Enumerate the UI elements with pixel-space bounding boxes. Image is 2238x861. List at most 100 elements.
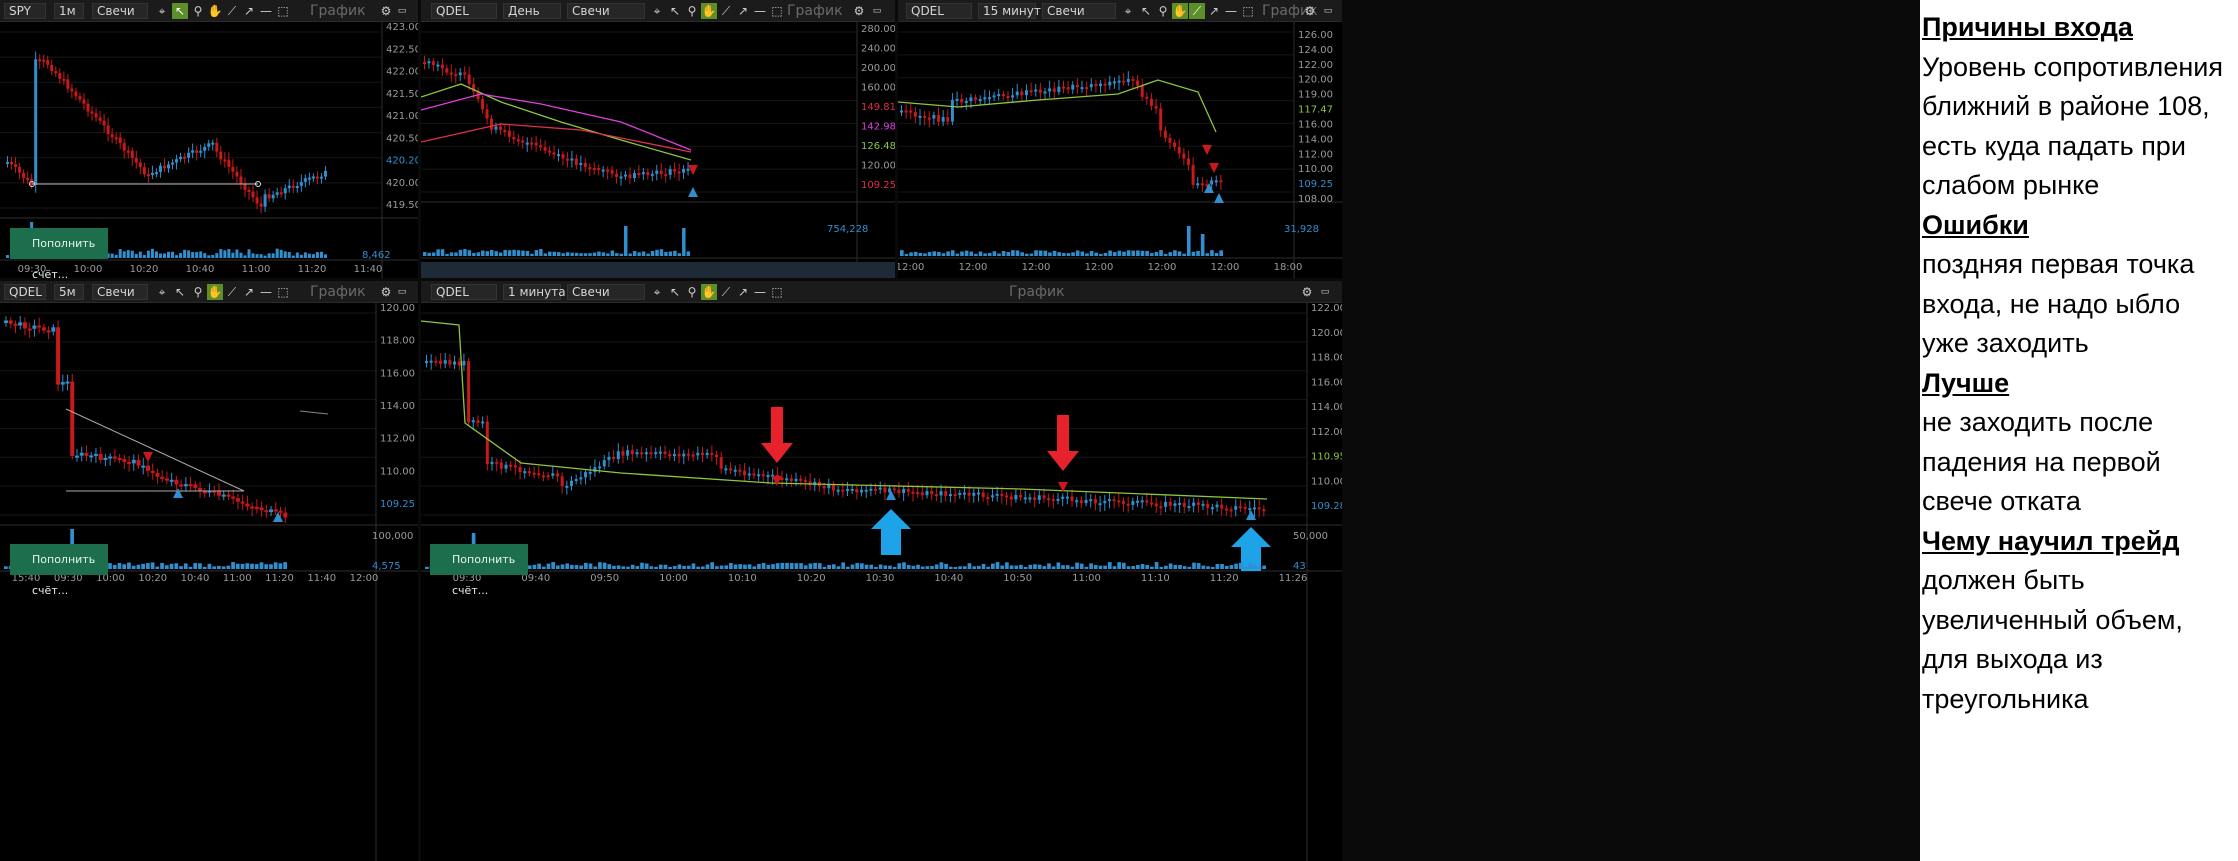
rect-icon[interactable]: ⬚: [275, 284, 291, 300]
candle: [503, 129, 507, 132]
line-icon[interactable]: ⟋: [224, 3, 240, 19]
zoom-icon[interactable]: ⚲: [684, 284, 700, 300]
volume-bar: [624, 226, 628, 256]
candle: [846, 488, 849, 491]
volume-bar: [626, 566, 630, 569]
time-label: 11:40: [307, 573, 336, 584]
charttype-select[interactable]: Свечи: [567, 3, 645, 19]
candle: [279, 192, 283, 195]
charttype-select[interactable]: Свечи: [567, 284, 645, 300]
restore-icon[interactable]: ▭: [394, 3, 410, 19]
restore-icon[interactable]: ▭: [394, 284, 410, 300]
horizontal-line-icon[interactable]: —: [752, 284, 768, 300]
restore-icon[interactable]: ▭: [1320, 3, 1336, 19]
crosshair-icon[interactable]: ⌖: [649, 284, 665, 300]
settings-icon[interactable]: ⚙: [851, 3, 867, 19]
crosshair-icon[interactable]: ⌖: [649, 3, 665, 19]
interval-select[interactable]: День: [503, 3, 561, 19]
symbol-field[interactable]: QDEL: [4, 284, 46, 300]
restore-icon[interactable]: ▭: [869, 3, 885, 19]
volume-bar: [436, 249, 440, 256]
line-icon[interactable]: ⟋: [718, 3, 734, 19]
arrow-icon[interactable]: ↗: [735, 284, 751, 300]
line-icon[interactable]: ⟋: [224, 284, 240, 300]
arrow-icon[interactable]: ↗: [241, 3, 257, 19]
rect-icon[interactable]: ⬚: [275, 3, 291, 19]
candle: [909, 110, 913, 113]
volume-bar: [126, 250, 130, 258]
rect-icon[interactable]: ⬚: [769, 284, 785, 300]
candle: [738, 469, 742, 472]
volume-bar: [195, 252, 199, 258]
charttype-select[interactable]: Свечи: [92, 3, 148, 19]
crosshair-icon[interactable]: ⌖: [154, 3, 170, 19]
chart-panel-spy[interactable]: SPY 1м Свечи ⌖ ↖ ⚲ ✋ ⟋ ↗ — ⬚ График ⚙ ▭ …: [0, 0, 418, 278]
crosshair-icon[interactable]: ⌖: [154, 284, 170, 300]
chart-canvas[interactable]: 280.00 240.00 200.00 160.00 149.81 142.98 126.…: [421, 22, 895, 278]
symbol-field[interactable]: QDEL: [906, 3, 972, 19]
zoom-icon[interactable]: ⚲: [190, 3, 206, 19]
candle: [226, 494, 231, 497]
volume-bar: [207, 255, 211, 258]
settings-icon[interactable]: ⚙: [378, 3, 394, 19]
horizontal-line-icon[interactable]: —: [752, 3, 768, 19]
arrow-icon[interactable]: ↗: [735, 3, 751, 19]
chart-panel-qdel-1m[interactable]: QDEL 1 минута Свечи ⌖ ↖ ⚲ ✋ ⟋ ↗ — ⬚ Граф…: [421, 281, 1342, 861]
charttype-select[interactable]: Свечи: [1042, 3, 1116, 19]
settings-icon[interactable]: ⚙: [378, 284, 394, 300]
rect-icon[interactable]: ⬚: [769, 3, 785, 19]
chart-panel-qdel-5m[interactable]: QDEL 5м Свечи ⌖ ↖ ⚲ ✋ ⟋ ↗ — ⬚ График ⚙ ▭…: [0, 281, 418, 861]
candle: [1107, 499, 1111, 502]
symbol-field[interactable]: QDEL: [431, 3, 497, 19]
candle: [523, 471, 527, 474]
volume-bar: [981, 563, 986, 569]
cursor-icon[interactable]: ↖: [172, 284, 188, 300]
chart-canvas[interactable]: 122.00 120.00 118.00 116.00 114.00 112.00 110.…: [421, 303, 1342, 861]
charttype-select[interactable]: Свечи: [92, 284, 148, 300]
candle: [682, 453, 686, 457]
zoom-icon[interactable]: ⚲: [190, 284, 206, 300]
volume-bar: [836, 566, 841, 569]
candle: [1140, 500, 1144, 503]
horizontal-line-icon[interactable]: —: [258, 284, 274, 300]
settings-icon[interactable]: ⚙: [1302, 3, 1318, 19]
line-icon[interactable]: ⟋: [1189, 3, 1205, 19]
deposit-button[interactable]: Пополнить счёт...: [10, 228, 108, 278]
hand-icon[interactable]: ✋: [701, 3, 717, 19]
interval-select[interactable]: 1м: [54, 3, 84, 19]
restore-icon[interactable]: ▭: [1317, 284, 1333, 300]
chart-panel-qdel-15m[interactable]: QDEL 15 минут Свечи ⌖ ↖ ⚲ ✋ ⟋ ↗ — ⬚ Граф…: [898, 0, 1342, 278]
interval-select[interactable]: 15 минут: [978, 3, 1041, 19]
volume-bar: [512, 249, 516, 256]
chart-panel-qdel-day[interactable]: QDEL День Свечи ⌖ ↖ ⚲ ✋ ⟋ ↗ — ⬚ График ⚙…: [421, 0, 895, 278]
hand-icon[interactable]: ✋: [1172, 3, 1188, 19]
hand-icon[interactable]: ✋: [701, 284, 717, 300]
symbol-field[interactable]: SPY: [4, 3, 46, 19]
rect-icon[interactable]: ⬚: [1240, 3, 1256, 19]
cursor-icon[interactable]: ↖: [667, 284, 683, 300]
interval-select[interactable]: 5м: [54, 284, 84, 300]
horizontal-line-icon[interactable]: —: [1223, 3, 1239, 19]
arrow-icon[interactable]: ↗: [1206, 3, 1222, 19]
volume-bar: [682, 228, 686, 256]
hand-icon[interactable]: ✋: [207, 284, 223, 300]
settings-icon[interactable]: ⚙: [1299, 284, 1315, 300]
symbol-field[interactable]: QDEL: [431, 284, 497, 300]
zoom-icon[interactable]: ⚲: [1155, 3, 1171, 19]
chart-canvas[interactable]: 126.00 124.00 122.00 120.00 119.00 117.47 116.…: [898, 22, 1342, 278]
cursor-icon[interactable]: ↖: [667, 3, 683, 19]
deposit-button[interactable]: Пополнить счёт...: [10, 544, 108, 597]
cursor-icon[interactable]: ↖: [1138, 3, 1154, 19]
price-label: 280.00: [861, 24, 895, 35]
cursor-icon[interactable]: ↖: [172, 3, 188, 19]
crosshair-icon[interactable]: ⌖: [1120, 3, 1136, 19]
interval-select[interactable]: 1 минута: [503, 284, 566, 300]
horizontal-line-icon[interactable]: —: [258, 3, 274, 19]
candle: [131, 459, 136, 464]
volume-bar: [1159, 566, 1164, 569]
deposit-button[interactable]: Пополнить счёт...: [430, 544, 528, 597]
line-icon[interactable]: ⟋: [718, 284, 734, 300]
hand-icon[interactable]: ✋: [207, 3, 223, 19]
zoom-icon[interactable]: ⚲: [684, 3, 700, 19]
arrow-icon[interactable]: ↗: [241, 284, 257, 300]
